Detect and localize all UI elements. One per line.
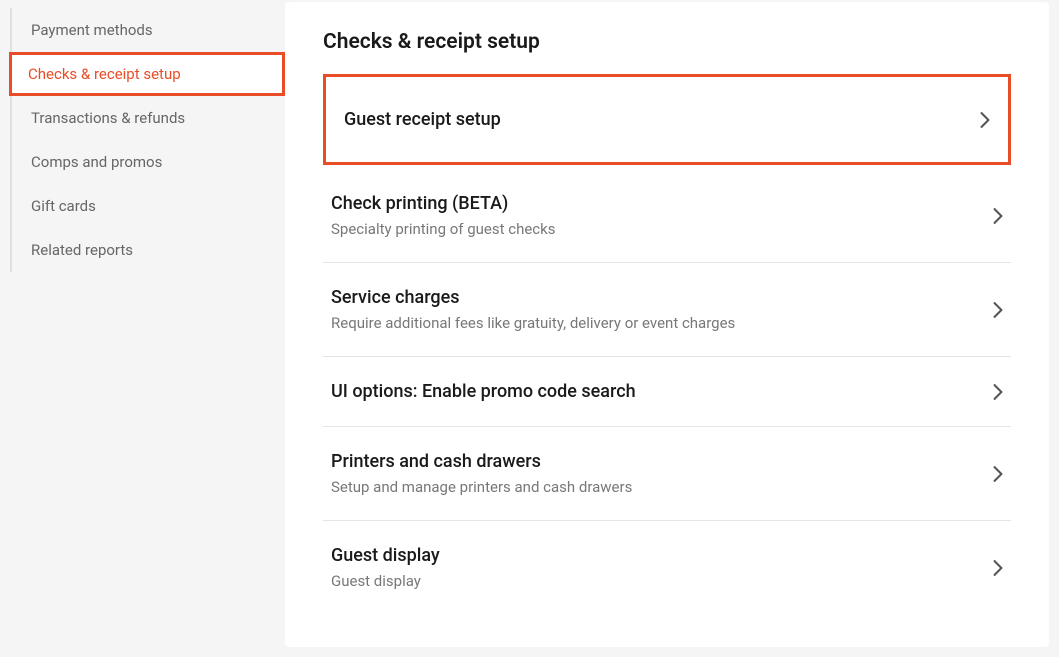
setting-title: Guest receipt setup	[344, 109, 501, 130]
setting-subtitle: Require additional fees like gratuity, d…	[331, 314, 735, 332]
setting-title: Guest display	[331, 545, 440, 566]
setting-row[interactable]: Guest display Guest display	[323, 521, 1011, 614]
setting-row[interactable]: Printers and cash drawers Setup and manag…	[323, 427, 1011, 521]
sidebar-item[interactable]: Comps and promos	[12, 140, 285, 184]
chevron-right-icon	[993, 302, 1003, 318]
sidebar: Payment methodsChecks & receipt setupTra…	[0, 0, 285, 657]
setting-row[interactable]: Check printing (BETA) Specialty printing …	[323, 169, 1011, 263]
setting-title: Service charges	[331, 287, 735, 308]
setting-text: UI options: Enable promo code search	[331, 381, 636, 402]
chevron-right-icon	[993, 208, 1003, 224]
chevron-right-icon	[993, 384, 1003, 400]
chevron-right-icon	[993, 466, 1003, 482]
page-title: Checks & receipt setup	[323, 30, 1011, 54]
setting-row[interactable]: Guest receipt setup	[323, 74, 1011, 165]
chevron-right-icon	[980, 112, 990, 128]
setting-row[interactable]: Service charges Require additional fees l…	[323, 263, 1011, 357]
sidebar-item[interactable]: Related reports	[12, 228, 285, 272]
sidebar-inner: Payment methodsChecks & receipt setupTra…	[10, 8, 285, 272]
setting-text: Guest receipt setup	[344, 109, 501, 130]
setting-text: Guest display Guest display	[331, 545, 440, 590]
setting-text: Service charges Require additional fees l…	[331, 287, 735, 332]
setting-text: Check printing (BETA) Specialty printing …	[331, 193, 556, 238]
sidebar-item[interactable]: Payment methods	[12, 8, 285, 52]
setting-title: Check printing (BETA)	[331, 193, 556, 214]
sidebar-item[interactable]: Transactions & refunds	[12, 96, 285, 140]
setting-title: UI options: Enable promo code search	[331, 381, 636, 402]
setting-subtitle: Specialty printing of guest checks	[331, 220, 556, 238]
setting-text: Printers and cash drawers Setup and manag…	[331, 451, 632, 496]
setting-title: Printers and cash drawers	[331, 451, 632, 472]
main-panel: Checks & receipt setup Guest receipt set…	[285, 2, 1049, 647]
settings-list: Guest receipt setup Check printing (BETA)…	[323, 74, 1011, 614]
setting-row[interactable]: UI options: Enable promo code search	[323, 357, 1011, 427]
sidebar-item[interactable]: Gift cards	[12, 184, 285, 228]
setting-subtitle: Guest display	[331, 572, 440, 590]
setting-subtitle: Setup and manage printers and cash drawe…	[331, 478, 632, 496]
sidebar-item[interactable]: Checks & receipt setup	[9, 52, 285, 96]
chevron-right-icon	[993, 560, 1003, 576]
